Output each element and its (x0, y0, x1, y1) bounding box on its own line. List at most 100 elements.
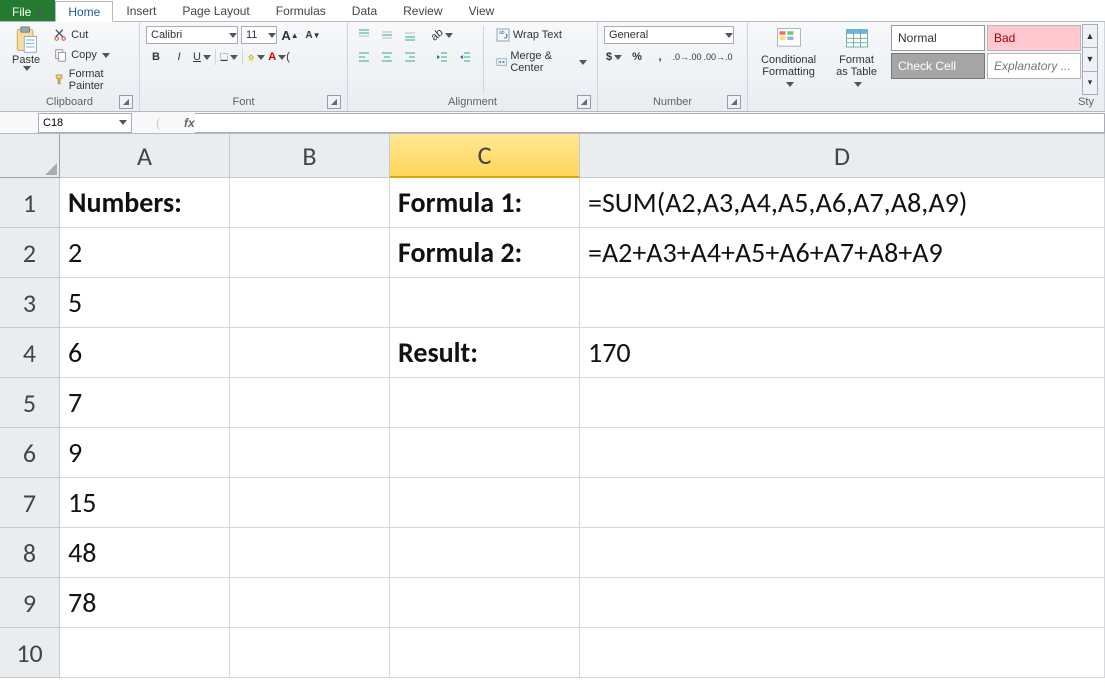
cell-A8[interactable]: 48 (60, 528, 230, 578)
cell-C6[interactable] (390, 428, 580, 478)
dialog-launcher-number[interactable]: ◢ (727, 95, 741, 109)
font-color-button[interactable]: A ( (269, 48, 289, 66)
style-check-cell[interactable]: Check Cell (891, 53, 985, 79)
cell-D5[interactable] (580, 378, 1105, 428)
formula-input[interactable] (195, 113, 1105, 133)
align-top-button[interactable] (354, 26, 374, 44)
font-name-select[interactable]: Calibri (146, 26, 238, 44)
decrease-decimal-button[interactable]: .00→.0 (704, 48, 732, 66)
col-header-D[interactable]: D (580, 134, 1105, 178)
cell-C4[interactable]: Result: (390, 328, 580, 378)
tab-formulas[interactable]: Formulas (263, 0, 339, 21)
col-header-C[interactable]: C (390, 134, 580, 178)
select-all-corner[interactable] (0, 134, 60, 178)
dialog-launcher-alignment[interactable]: ◢ (577, 95, 591, 109)
style-explanatory[interactable]: Explanatory ... (987, 53, 1081, 79)
row-header-3[interactable]: 3 (0, 278, 60, 328)
cell-B7[interactable] (230, 478, 390, 528)
cell-B6[interactable] (230, 428, 390, 478)
tab-insert[interactable]: Insert (113, 0, 169, 21)
cell-D3[interactable] (580, 278, 1105, 328)
align-right-button[interactable] (400, 48, 420, 66)
cell-B8[interactable] (230, 528, 390, 578)
paste-button[interactable]: Paste (6, 24, 46, 95)
cell-C10[interactable] (390, 628, 580, 678)
cell-B2[interactable] (230, 228, 390, 278)
cut-button[interactable]: Cut (50, 26, 133, 44)
tab-page-layout[interactable]: Page Layout (169, 0, 262, 21)
cell-D1[interactable]: =SUM(A2,A3,A4,A5,A6,A7,A8,A9) (580, 178, 1105, 228)
number-format-select[interactable]: General (604, 26, 734, 44)
col-header-B[interactable]: B (230, 134, 390, 178)
cell-D4[interactable]: 170 (580, 328, 1105, 378)
cell-A4[interactable]: 6 (60, 328, 230, 378)
align-left-button[interactable] (354, 48, 374, 66)
cell-C1[interactable]: Formula 1: (390, 178, 580, 228)
cell-B3[interactable] (230, 278, 390, 328)
cell-A1[interactable]: Numbers: (60, 178, 230, 228)
format-as-table-button[interactable]: Format as Table (827, 24, 886, 95)
format-painter-button[interactable]: Format Painter (50, 66, 133, 94)
cell-B9[interactable] (230, 578, 390, 628)
cell-A5[interactable]: 7 (60, 378, 230, 428)
styles-more[interactable]: ▾ (1083, 72, 1097, 94)
dialog-launcher-font[interactable]: ◢ (327, 95, 341, 109)
row-header-8[interactable]: 8 (0, 528, 60, 578)
row-header-1[interactable]: 1 (0, 178, 60, 228)
dialog-launcher-clipboard[interactable]: ◢ (119, 95, 133, 109)
align-bottom-button[interactable] (400, 26, 420, 44)
font-size-select[interactable]: 11 (241, 26, 277, 44)
cell-A7[interactable]: 15 (60, 478, 230, 528)
indent-decrease-button[interactable] (432, 48, 452, 66)
row-header-7[interactable]: 7 (0, 478, 60, 528)
style-normal[interactable]: Normal (891, 25, 985, 51)
increase-font-button[interactable]: A▲ (280, 26, 300, 44)
cell-D10[interactable] (580, 628, 1105, 678)
underline-button[interactable]: U (192, 48, 212, 66)
cell-D8[interactable] (580, 528, 1105, 578)
align-center-button[interactable] (377, 48, 397, 66)
cell-D2[interactable]: =A2+A3+A4+A5+A6+A7+A8+A9 (580, 228, 1105, 278)
cell-B10[interactable] (230, 628, 390, 678)
decrease-font-button[interactable]: A▼ (303, 26, 323, 44)
increase-decimal-button[interactable]: .0→.00 (673, 48, 701, 66)
orientation-button[interactable]: ab (432, 26, 452, 44)
styles-scroll-down[interactable]: ▼ (1083, 48, 1097, 71)
tab-review[interactable]: Review (390, 0, 455, 21)
border-button[interactable] (219, 48, 239, 66)
cell-A10[interactable] (60, 628, 230, 678)
cell-B5[interactable] (230, 378, 390, 428)
cell-C2[interactable]: Formula 2: (390, 228, 580, 278)
cell-A9[interactable]: 78 (60, 578, 230, 628)
cell-C3[interactable] (390, 278, 580, 328)
file-tab[interactable]: File (0, 0, 55, 21)
cell-B4[interactable] (230, 328, 390, 378)
row-header-10[interactable]: 10 (0, 628, 60, 678)
indent-increase-button[interactable] (455, 48, 475, 66)
style-bad[interactable]: Bad (987, 25, 1081, 51)
tab-data[interactable]: Data (339, 0, 390, 21)
styles-scroll-up[interactable]: ▲ (1083, 25, 1097, 48)
align-middle-button[interactable] (377, 26, 397, 44)
spreadsheet-grid[interactable]: A B C D 1 Numbers: Formula 1: =SUM(A2,A3… (0, 134, 1105, 678)
copy-button[interactable]: Copy (50, 46, 133, 64)
row-header-9[interactable]: 9 (0, 578, 60, 628)
row-header-6[interactable]: 6 (0, 428, 60, 478)
cell-D6[interactable] (580, 428, 1105, 478)
tab-view[interactable]: View (456, 0, 508, 21)
cell-C5[interactable] (390, 378, 580, 428)
merge-center-button[interactable]: Merge & Center (492, 48, 591, 76)
currency-button[interactable]: $ (604, 48, 624, 66)
row-header-5[interactable]: 5 (0, 378, 60, 428)
cell-A3[interactable]: 5 (60, 278, 230, 328)
percent-button[interactable]: % (627, 48, 647, 66)
fx-icon[interactable]: fx (184, 116, 195, 130)
conditional-formatting-button[interactable]: Conditional Formatting (754, 24, 823, 95)
cell-D7[interactable] (580, 478, 1105, 528)
col-header-A[interactable]: A (60, 134, 230, 178)
italic-button[interactable]: I (169, 48, 189, 66)
row-header-4[interactable]: 4 (0, 328, 60, 378)
comma-button[interactable]: , (650, 48, 670, 66)
cell-B1[interactable] (230, 178, 390, 228)
cell-D9[interactable] (580, 578, 1105, 628)
